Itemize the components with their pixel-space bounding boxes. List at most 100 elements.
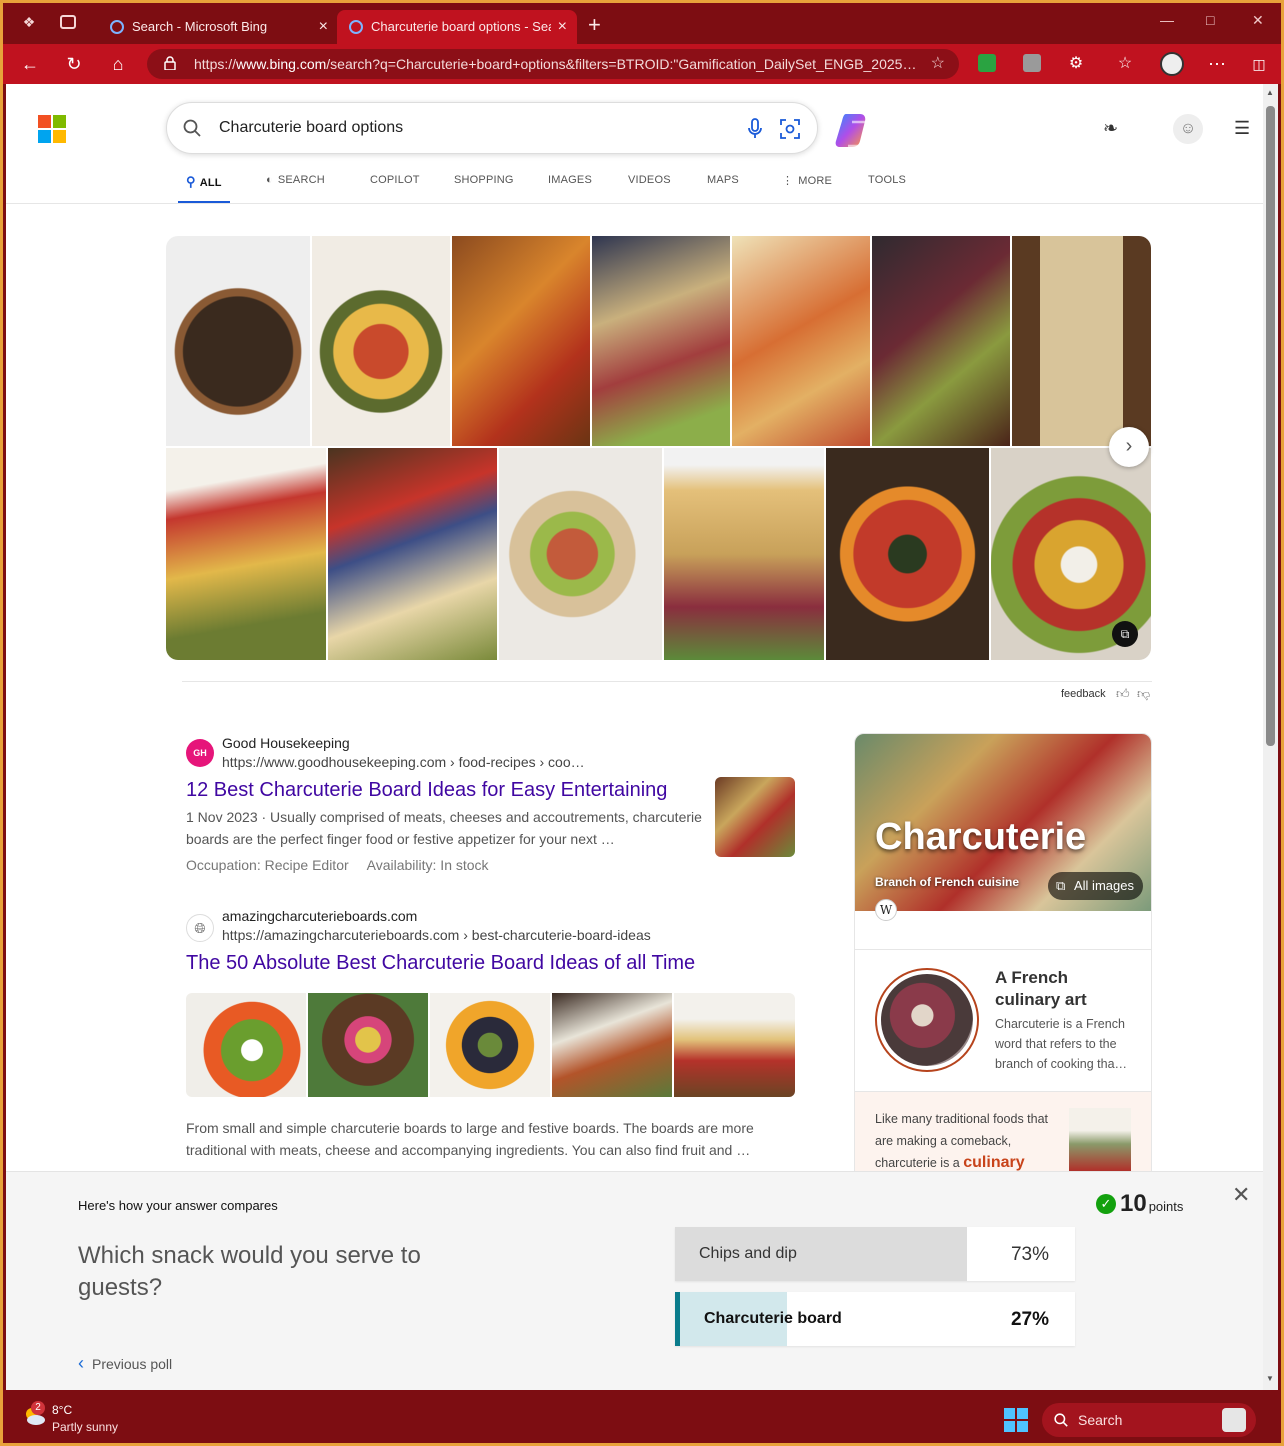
url-prefix: https:// (194, 56, 237, 72)
microphone-icon[interactable] (748, 118, 762, 140)
tab-tools[interactable]: TOOLS (868, 174, 906, 186)
tab-more[interactable]: ⋮ MORE (782, 174, 832, 187)
knowledge-panel-hero[interactable]: Charcuterie Branch of French cuisine ⧉ Al… (855, 734, 1151, 911)
more-vertical-icon: ⋮ (782, 175, 794, 187)
search-icon (1054, 1413, 1068, 1427)
tab-images[interactable]: IMAGES (548, 174, 592, 186)
image-result[interactable] (166, 236, 310, 446)
poll-question: Which snack would you serve to guests? (78, 1242, 421, 1301)
microsoft-logo[interactable] (38, 115, 66, 143)
favorite-star-icon[interactable]: ☆ (931, 49, 945, 79)
image-result[interactable] (452, 236, 590, 446)
minimize-icon[interactable]: — (1160, 12, 1174, 28)
favorites-icon[interactable]: ☆ (1114, 53, 1136, 75)
extension-m-icon[interactable] (1023, 54, 1041, 72)
scroll-down-icon[interactable]: ▼ (1266, 1374, 1274, 1383)
image-result[interactable] (499, 448, 662, 660)
image-result[interactable] (1012, 236, 1151, 446)
site-name[interactable]: amazingcharcuterieboards.com (222, 908, 417, 924)
copilot-icon[interactable] (834, 110, 874, 150)
tab-shopping[interactable]: SHOPPING (454, 174, 514, 186)
tab-copilot[interactable]: COPILOT (370, 174, 420, 186)
address-bar[interactable]: https://www.bing.com/search?q=Charcuteri… (147, 49, 959, 79)
feedback-link[interactable]: feedback (1061, 688, 1106, 700)
poll-option-selected[interactable]: Charcuterie board 27% (675, 1292, 1075, 1346)
page-scrollbar[interactable]: ▲ ▼ (1263, 84, 1278, 1390)
back-icon[interactable]: ← (19, 53, 41, 75)
close-tab-icon[interactable]: × (319, 10, 328, 44)
all-images-button[interactable]: ⧉ All images (1048, 872, 1143, 900)
site-name[interactable]: Good Housekeeping (222, 735, 350, 751)
account-icon[interactable]: ☺ (1173, 114, 1203, 144)
thumbs-down-icon[interactable]: 👎︎ (1137, 686, 1150, 702)
search-icon: ⚲ (186, 174, 196, 189)
image-result[interactable] (166, 448, 326, 660)
image-result[interactable] (732, 236, 870, 446)
scroll-up-icon[interactable]: ▲ (1266, 88, 1274, 97)
kp-section-text: Charcuterie is a French word that refers… (995, 1017, 1128, 1071)
tab-videos[interactable]: VIDEOS (628, 174, 671, 186)
result-image[interactable] (308, 993, 428, 1097)
scrollbar-thumb[interactable] (1266, 106, 1275, 746)
tab-charcuterie[interactable]: Charcuterie board options - Search × (337, 10, 577, 44)
search-icon[interactable] (183, 119, 201, 137)
new-tab-icon[interactable]: + (588, 12, 601, 38)
profile-icon[interactable] (1160, 52, 1184, 76)
taskbar: 2 8°C Partly sunny Search (0, 1390, 1284, 1446)
fact-availability: Availability: In stock (366, 857, 489, 873)
tab-maps[interactable]: MAPS (707, 174, 739, 186)
image-result[interactable] (312, 236, 450, 446)
hamburger-icon[interactable]: ☰ (1234, 118, 1250, 139)
rewards-icon[interactable]: ❧ (1103, 118, 1118, 139)
site-url[interactable]: https://www.goodhousekeeping.com › food-… (222, 754, 585, 770)
close-tab-icon[interactable]: × (558, 10, 567, 44)
image-result[interactable] (328, 448, 497, 660)
search-result: GH Good Housekeeping https://www.goodhou… (186, 735, 826, 879)
image-result[interactable] (592, 236, 730, 446)
kp-section-image[interactable] (875, 968, 979, 1072)
snippet-line: boards are the perfect finger food or fe… (186, 831, 615, 847)
result-thumbnail[interactable] (715, 777, 795, 857)
result-image[interactable] (552, 993, 672, 1097)
extension-check-icon[interactable] (978, 54, 996, 72)
tab-actions-icon[interactable] (60, 15, 76, 29)
close-icon[interactable]: ✕ (1232, 1182, 1250, 1208)
search-box[interactable]: Charcuterie board options (166, 102, 818, 154)
poll-option[interactable]: Chips and dip 73% (675, 1227, 1075, 1281)
image-result[interactable] (826, 448, 989, 660)
site-url[interactable]: https://amazingcharcuterieboards.com › b… (222, 927, 651, 943)
sidebar-icon[interactable]: ◫ (1248, 53, 1270, 75)
extension-icon[interactable]: ⚙ (1065, 53, 1087, 75)
weather-temperature[interactable]: 8°C (52, 1403, 72, 1417)
gallery-icon[interactable]: ⧉ (1112, 621, 1138, 647)
thumbs-up-icon[interactable]: 👍︎ (1116, 686, 1130, 702)
tab-label: ALL (199, 177, 222, 189)
image-result[interactable] (872, 236, 1010, 446)
result-title[interactable]: 12 Best Charcuterie Board Ideas for Easy… (186, 779, 667, 802)
image-result[interactable] (664, 448, 824, 660)
result-image[interactable] (186, 993, 306, 1097)
gallery-icon: ⧉ (1056, 878, 1066, 893)
points-label: points (1148, 1199, 1184, 1214)
result-image[interactable] (674, 993, 795, 1097)
taskbar-search[interactable]: Search (1042, 1403, 1256, 1437)
result-image[interactable] (430, 993, 550, 1097)
chevron-right-icon[interactable]: › (1109, 427, 1149, 467)
more-icon[interactable]: ⋯ (1206, 53, 1228, 75)
refresh-icon[interactable]: ↻ (63, 53, 85, 75)
maximize-icon[interactable]: □ (1206, 12, 1214, 28)
home-icon[interactable]: ⌂ (107, 53, 129, 75)
result-title[interactable]: The 50 Absolute Best Charcuterie Board I… (186, 952, 695, 975)
daily-poll-panel: Here's how your answer compares Which sn… (6, 1171, 1263, 1390)
search-query[interactable]: Charcuterie board options (219, 119, 403, 137)
workspaces-icon[interactable]: ❖ (20, 14, 38, 30)
previous-poll-link[interactable]: ‹ Previous poll (78, 1353, 172, 1374)
wikipedia-icon[interactable]: W (875, 899, 897, 921)
close-window-icon[interactable]: ✕ (1252, 12, 1264, 29)
tab-search[interactable]: ◐ SEARCH (266, 174, 325, 186)
weather-description[interactable]: Partly sunny (52, 1420, 118, 1434)
visual-search-icon[interactable] (780, 119, 800, 139)
tab-all[interactable]: ⚲ ALL (178, 174, 230, 204)
tab-bing-search[interactable]: Search - Microsoft Bing × (98, 10, 338, 44)
windows-start-icon[interactable] (1004, 1408, 1028, 1432)
